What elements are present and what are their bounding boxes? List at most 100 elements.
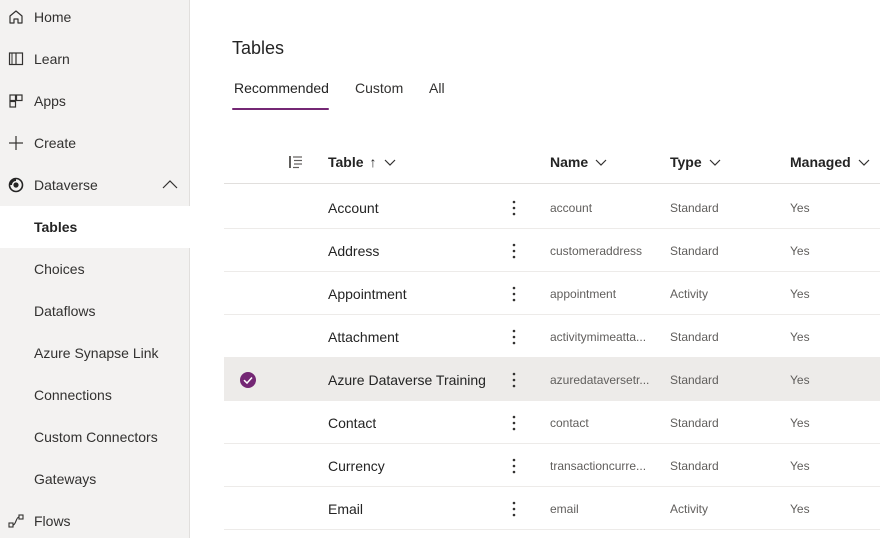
table-logical-name: contact bbox=[550, 415, 589, 430]
table-managed: Yes bbox=[790, 501, 810, 516]
main-content: Tables Recommended Custom All Table ↑ Na… bbox=[191, 0, 880, 538]
row-selected-check-icon[interactable] bbox=[238, 358, 258, 401]
table-logical-name: account bbox=[550, 200, 593, 215]
nav-gateways[interactable]: Gateways bbox=[0, 458, 190, 500]
table-logical-name: appointment bbox=[550, 286, 617, 301]
tab-recommended[interactable]: Recommended bbox=[234, 78, 329, 110]
flows-icon bbox=[6, 511, 26, 531]
table-type: Standard bbox=[670, 415, 719, 430]
table-display-name[interactable]: Azure Dataverse Training bbox=[328, 358, 486, 401]
column-header-name[interactable]: Name bbox=[550, 154, 608, 170]
table-logical-name: email bbox=[550, 501, 579, 516]
table-type: Standard bbox=[670, 372, 719, 387]
table-row[interactable]: Azure Dataverse Training azuredataversetr… bbox=[224, 358, 880, 401]
table-display-name[interactable]: Account bbox=[328, 186, 379, 229]
table-type: Standard bbox=[670, 458, 719, 473]
chevron-down-icon bbox=[384, 159, 395, 166]
chevron-up-icon[interactable] bbox=[160, 177, 180, 193]
column-header-type[interactable]: Type bbox=[670, 154, 722, 170]
column-header-managed-label: Managed bbox=[790, 154, 851, 170]
nav-custom-connectors[interactable]: Custom Connectors bbox=[0, 416, 190, 458]
column-header-type-label: Type bbox=[670, 154, 702, 170]
column-options-icon[interactable] bbox=[282, 155, 304, 169]
plus-icon bbox=[6, 133, 26, 153]
nav-dataflows[interactable]: Dataflows bbox=[0, 290, 190, 332]
sort-ascending-icon: ↑ bbox=[369, 154, 377, 170]
table-row[interactable]: Account account Standard Yes bbox=[224, 186, 880, 229]
more-options-icon[interactable] bbox=[504, 186, 524, 229]
tab-all[interactable]: All bbox=[429, 78, 445, 110]
nav-apps-label: Apps bbox=[34, 93, 66, 109]
table-row[interactable]: Contact contact Standard Yes bbox=[224, 401, 880, 444]
nav-apps[interactable]: Apps bbox=[0, 80, 190, 122]
table-managed: Yes bbox=[790, 458, 810, 473]
table-type: Activity bbox=[670, 501, 709, 516]
table-type: Activity bbox=[670, 286, 709, 301]
nav-home[interactable]: Home bbox=[0, 0, 190, 38]
table-logical-name: azuredataversetr... bbox=[550, 372, 650, 387]
nav-tables-label: Tables bbox=[34, 219, 78, 235]
table-display-name[interactable]: Contact bbox=[328, 401, 376, 444]
nav-gateways-label: Gateways bbox=[34, 471, 97, 487]
nav-custom-connectors-label: Custom Connectors bbox=[34, 429, 158, 445]
table-type: Standard bbox=[670, 243, 719, 258]
table-row[interactable]: Attachment activitymimeatta... Standard Yes bbox=[224, 315, 880, 358]
more-options-icon[interactable] bbox=[504, 229, 524, 272]
table-managed: Yes bbox=[790, 415, 810, 430]
table-type: Standard bbox=[670, 200, 719, 215]
table-display-name[interactable]: Attachment bbox=[328, 315, 399, 358]
table-display-name[interactable]: Appointment bbox=[328, 272, 407, 315]
table-managed: Yes bbox=[790, 243, 810, 258]
nav-dataverse[interactable]: Dataverse bbox=[0, 164, 190, 206]
table-display-name[interactable]: Currency bbox=[328, 444, 385, 487]
page-title: Tables bbox=[232, 38, 285, 58]
table-display-name[interactable]: Address bbox=[328, 229, 379, 272]
apps-icon bbox=[6, 91, 26, 111]
book-icon bbox=[6, 49, 26, 69]
nav-dataflows-label: Dataflows bbox=[34, 303, 96, 319]
table-logical-name: activitymimeatta... bbox=[550, 329, 647, 344]
grid-header: Table ↑ Name Type Managed bbox=[224, 142, 880, 184]
home-icon bbox=[6, 7, 26, 27]
table-row[interactable]: Currency transactioncurre... Standard Yes bbox=[224, 444, 880, 487]
nav-choices-label: Choices bbox=[34, 261, 85, 277]
more-options-icon[interactable] bbox=[504, 401, 524, 444]
column-header-table[interactable]: Table ↑ bbox=[328, 154, 397, 170]
left-nav: Home Learn Apps Create Dataverse Tables … bbox=[0, 0, 190, 538]
table-managed: Yes bbox=[790, 200, 810, 215]
active-tab-indicator bbox=[232, 108, 329, 110]
dataverse-icon bbox=[6, 175, 26, 195]
column-header-name-label: Name bbox=[550, 154, 589, 170]
nav-create[interactable]: Create bbox=[0, 122, 190, 164]
nav-home-label: Home bbox=[34, 9, 72, 25]
more-options-icon[interactable] bbox=[504, 358, 524, 401]
tab-custom[interactable]: Custom bbox=[355, 78, 403, 110]
chevron-down-icon bbox=[709, 159, 721, 166]
table-type: Standard bbox=[670, 329, 719, 344]
nav-learn[interactable]: Learn bbox=[0, 38, 190, 80]
nav-connections-label: Connections bbox=[34, 387, 112, 403]
more-options-icon[interactable] bbox=[504, 315, 524, 358]
table-managed: Yes bbox=[790, 372, 810, 387]
table-row[interactable]: Appointment appointment Activity Yes bbox=[224, 272, 880, 315]
nav-azure-synapse-link-label: Azure Synapse Link bbox=[34, 345, 159, 361]
nav-tables[interactable]: Tables bbox=[0, 206, 190, 248]
table-display-name[interactable]: Email bbox=[328, 487, 363, 530]
table-row[interactable]: Email email Activity Yes bbox=[224, 487, 880, 530]
more-options-icon[interactable] bbox=[504, 487, 524, 530]
nav-flows-label: Flows bbox=[34, 513, 71, 529]
column-header-table-label: Table bbox=[328, 154, 364, 170]
nav-learn-label: Learn bbox=[34, 51, 70, 67]
nav-azure-synapse-link[interactable]: Azure Synapse Link bbox=[0, 332, 190, 374]
nav-connections[interactable]: Connections bbox=[0, 374, 190, 416]
table-logical-name: customeraddress bbox=[550, 243, 643, 258]
table-managed: Yes bbox=[790, 329, 810, 344]
table-row[interactable]: Address customeraddress Standard Yes bbox=[224, 229, 880, 272]
column-header-managed[interactable]: Managed bbox=[790, 154, 871, 170]
more-options-icon[interactable] bbox=[504, 272, 524, 315]
nav-create-label: Create bbox=[34, 135, 77, 151]
nav-dataverse-label: Dataverse bbox=[34, 177, 98, 193]
nav-flows[interactable]: Flows bbox=[0, 500, 190, 538]
nav-choices[interactable]: Choices bbox=[0, 248, 190, 290]
more-options-icon[interactable] bbox=[504, 444, 524, 487]
